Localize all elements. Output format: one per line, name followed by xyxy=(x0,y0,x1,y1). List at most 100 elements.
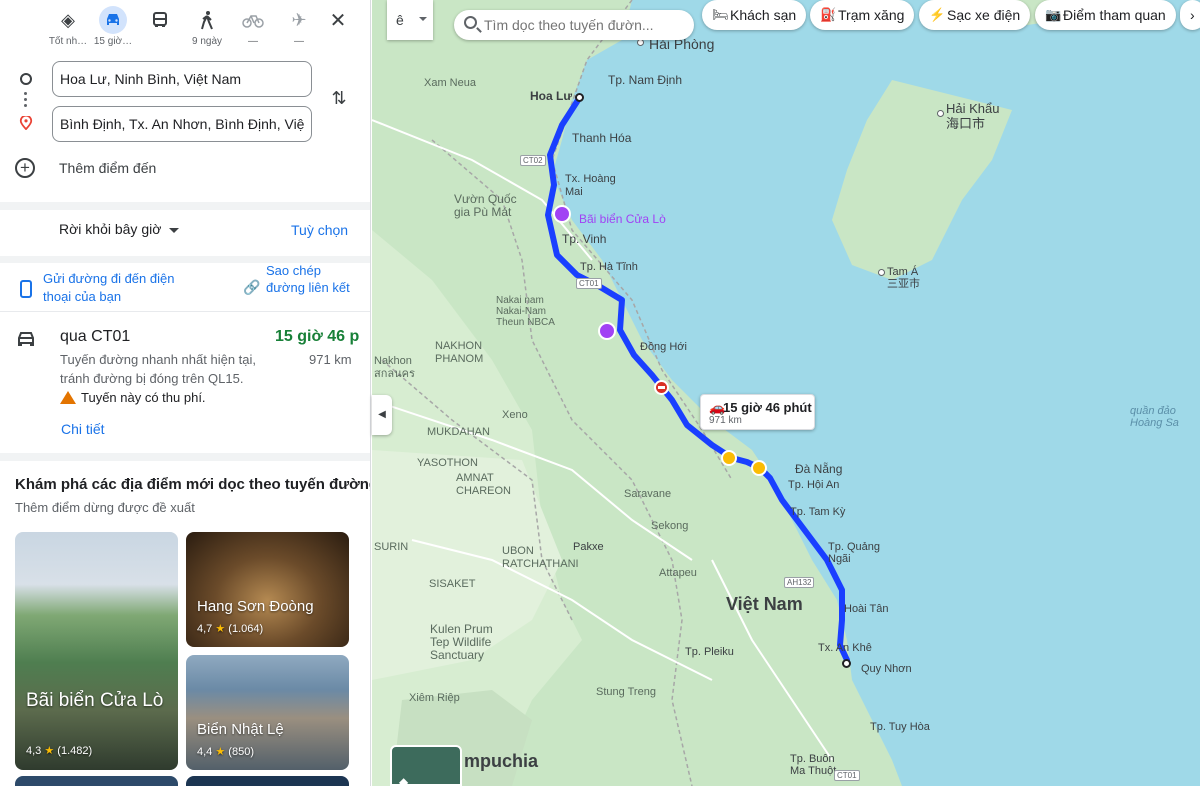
map-label: SISAKET xyxy=(429,578,476,590)
chip-label: Khách sạn xyxy=(730,7,797,23)
divider xyxy=(0,453,370,461)
origin-marker[interactable] xyxy=(575,93,584,102)
mode-flight[interactable]: ✈ — xyxy=(271,6,327,50)
callout-distance: 971 km xyxy=(709,415,742,426)
map-label: Bãi biển Cửa Lò xyxy=(579,212,666,226)
language-button[interactable]: ê xyxy=(387,0,433,40)
toll-sign-icon[interactable] xyxy=(751,460,767,476)
map-label: Stung Treng xyxy=(596,686,656,698)
send-to-phone-label: Gửi đường đi đến điện thoại của bạn xyxy=(43,271,175,304)
map-label: Tp. Hà Tĩnh xyxy=(580,261,638,273)
bed-icon: 🛏 xyxy=(712,7,729,22)
place-card-cua-lo[interactable]: Bãi biển Cửa Lò 4,3 ★ (1.482) xyxy=(15,532,178,770)
map-label: SURIN xyxy=(374,541,409,553)
chip-ev-charging[interactable]: ⚡ Sạc xe điện xyxy=(919,0,1031,30)
chip-hotels[interactable]: 🛏 Khách sạn xyxy=(702,0,807,30)
map-label: NAKHON PHANOM xyxy=(435,340,484,365)
map-label: Xiêm Riệp xyxy=(409,692,460,704)
language-label: ê xyxy=(396,12,404,28)
road-closed-icon[interactable] xyxy=(654,380,669,395)
ev-charger-icon: ⚡ xyxy=(929,7,946,22)
chip-label: Điểm tham quan xyxy=(1063,7,1166,23)
caret-down-icon xyxy=(419,17,427,21)
callout-duration: 15 giờ 46 phút xyxy=(723,400,812,415)
city-dot xyxy=(937,110,944,117)
chip-gas[interactable]: ⛽ Trạm xăng xyxy=(810,0,915,30)
place-card-son-doong[interactable]: Hang Sơn Đoòng 4,7 ★ (1.064) xyxy=(186,532,349,647)
route-option[interactable]: qua CT01 15 giờ 46 p 971 km Tuyến đường … xyxy=(0,313,370,453)
rating-value: 4,3 xyxy=(26,745,42,757)
map-label: Pakxe xyxy=(573,541,604,553)
map-label: Tp. Pleiku xyxy=(685,646,734,658)
place-card-rating: 4,7 ★ (1.064) xyxy=(197,622,263,635)
bike-icon xyxy=(239,6,267,34)
map-label: Sekong xyxy=(651,520,689,532)
map-label: Hoài Tân xyxy=(844,603,889,615)
phone-icon xyxy=(20,280,32,298)
layers-icon: ◆ xyxy=(399,775,409,786)
chip-label: Sạc xe điện xyxy=(947,7,1021,23)
route-shield: AH132 xyxy=(784,577,815,588)
chip-attractions[interactable]: 📷 Điểm tham quan xyxy=(1035,0,1176,30)
swap-icon[interactable]: ⇅ xyxy=(328,88,350,110)
map-label: Đà Nẵng xyxy=(795,462,843,476)
map-label: Việt Nam xyxy=(726,594,803,614)
origin-input[interactable] xyxy=(52,61,312,97)
depart-time-dropdown[interactable]: Rời khỏi bây giờ xyxy=(59,221,180,237)
place-card-name: Bãi biển Cửa Lò xyxy=(26,690,164,711)
layers-button[interactable]: ◆ xyxy=(390,745,462,786)
place-card-partial[interactable] xyxy=(15,776,178,786)
travel-mode-bar: ◈ Tốt nh… 15 giờ… 9 ngày — ✈ — ✕ xyxy=(0,0,370,56)
plus-icon: + xyxy=(15,158,35,178)
destination-pin-icon xyxy=(19,116,33,130)
share-row: Gửi đường đi đến điện thoại của bạn 🔗 Sa… xyxy=(0,263,370,312)
destination-input[interactable] xyxy=(52,106,312,142)
copy-link-label: Sao chép đường liên kết xyxy=(266,263,350,295)
map-label: YASOTHON xyxy=(417,457,478,469)
close-icon[interactable]: ✕ xyxy=(326,10,350,34)
camera-pin-icon[interactable] xyxy=(553,205,571,223)
map-canvas[interactable]: Hải Phòng Tp. Nam Định Hoa Lư Thanh Hóa … xyxy=(372,0,1200,786)
map-label: Attapeu xyxy=(659,567,697,579)
place-card-nhat-le[interactable]: Biển Nhật Lệ 4,4 ★ (850) xyxy=(186,655,349,770)
bus-icon xyxy=(146,6,174,34)
origin-circle-icon xyxy=(20,73,32,85)
place-card-name: Biển Nhật Lệ xyxy=(197,721,284,738)
map-label: Tp. Hội An xyxy=(788,479,840,491)
options-link[interactable]: Tuỳ chọn xyxy=(291,222,348,238)
details-link[interactable]: Chi tiết xyxy=(61,421,105,437)
camera-icon: 📷 xyxy=(1045,7,1062,22)
car-icon: 🚗 xyxy=(709,400,726,415)
more-icon: › xyxy=(1190,7,1195,23)
map-label: Tp. Tuy Hòa xyxy=(870,721,930,733)
car-icon xyxy=(99,6,127,34)
map-label: Tp. Quảng Ngãi xyxy=(828,541,880,565)
send-to-phone-button[interactable]: Gửi đường đi đến điện thoại của bạn xyxy=(20,268,200,308)
add-destination-label: Thêm điểm đến xyxy=(59,160,157,176)
route-callout[interactable]: 🚗15 giờ 46 phút 971 km xyxy=(700,394,815,430)
toll-sign-icon[interactable] xyxy=(721,450,737,466)
city-dot xyxy=(637,39,644,46)
map-label: Vườn Quốc gia Pù Mát xyxy=(454,192,517,219)
map-label: Tx. Hoàng Mai xyxy=(565,173,616,198)
copy-link-button[interactable]: 🔗 Sao chép đường liên kết xyxy=(243,262,363,306)
destination-marker[interactable] xyxy=(842,659,851,668)
star-icon: ★ xyxy=(44,745,55,757)
map-label: Tx. An Khê xyxy=(818,642,872,654)
place-card-partial[interactable] xyxy=(186,776,349,786)
chip-more[interactable]: › xyxy=(1180,0,1200,30)
route-shield: CT01 xyxy=(834,770,860,781)
route-search-input[interactable] xyxy=(484,10,689,40)
search-icon xyxy=(464,16,477,29)
map-label: Xam Neua xyxy=(424,77,476,89)
collapse-panel-icon[interactable]: ◀ xyxy=(372,395,392,435)
star-icon: ★ xyxy=(215,623,226,635)
map-label: Quy Nhơn xyxy=(861,663,912,675)
mode-flight-label: — xyxy=(294,36,304,47)
camera-pin-icon[interactable] xyxy=(598,322,616,340)
map-label: Kulen Prum Tep Wildlife Sanctuary xyxy=(430,622,493,662)
link-icon: 🔗 xyxy=(243,279,261,295)
map-label: Hoa Lư xyxy=(530,89,573,103)
route-search-box[interactable] xyxy=(454,10,694,40)
warning-icon xyxy=(60,391,76,404)
